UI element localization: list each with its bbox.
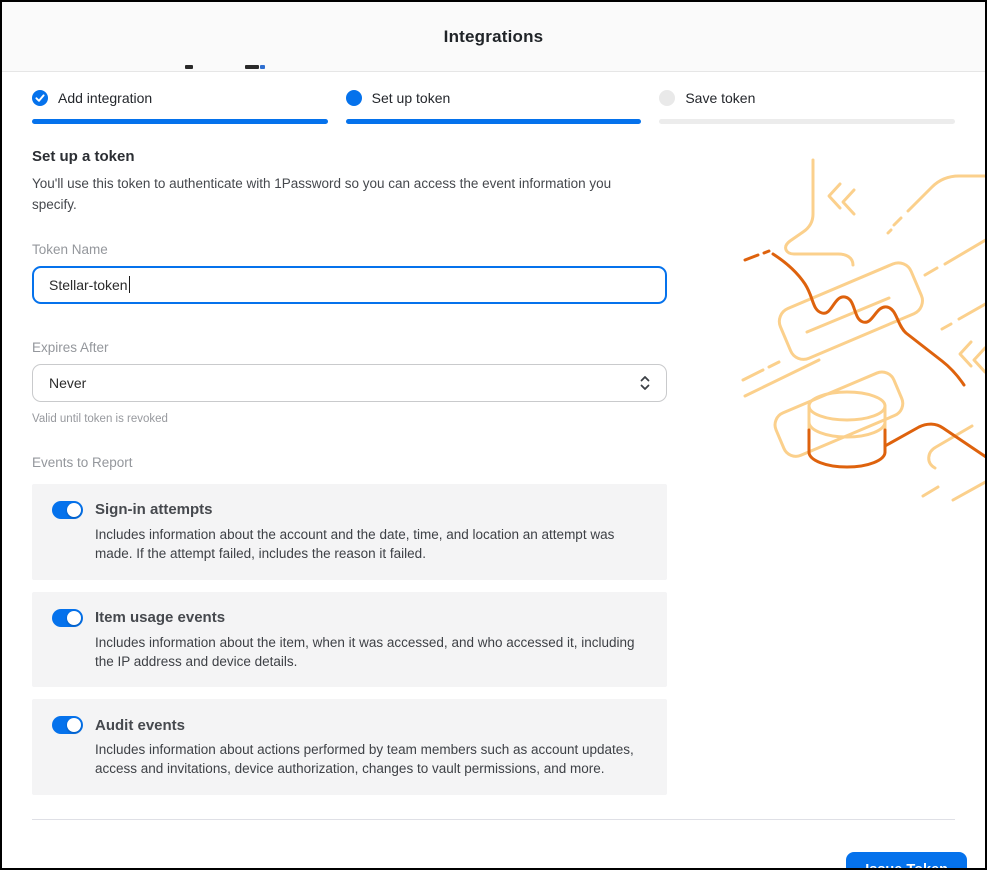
step-label: Add integration xyxy=(58,90,152,106)
modal-header: Integrations xyxy=(2,2,985,72)
audit-events-toggle[interactable] xyxy=(52,716,83,734)
item-usage-events-toggle[interactable] xyxy=(52,609,83,627)
event-title: Audit events xyxy=(95,717,185,734)
step-label: Save token xyxy=(685,90,755,106)
toggle-knob xyxy=(67,718,81,732)
sign-in-attempts-toggle[interactable] xyxy=(52,501,83,519)
toggle-knob xyxy=(67,611,81,625)
expires-after-value: Never xyxy=(49,375,86,391)
event-title: Sign-in attempts xyxy=(95,501,213,518)
wizard-stepper: Add integration Set up token Save token xyxy=(32,90,955,124)
step-save-token: Save token xyxy=(659,90,955,124)
event-card-audit-events: Audit events Includes information about … xyxy=(32,699,667,795)
section-description: You'll use this token to authenticate wi… xyxy=(32,174,652,216)
issue-token-button[interactable]: Issue Token xyxy=(846,852,967,870)
step-progress-bar xyxy=(659,119,955,124)
token-name-label: Token Name xyxy=(32,242,667,257)
event-card-sign-in-attempts: Sign-in attempts Includes information ab… xyxy=(32,484,667,580)
event-description: Includes information about the account a… xyxy=(95,526,647,564)
select-updown-chevron-icon xyxy=(638,374,652,392)
step-complete-check-icon xyxy=(32,90,48,106)
expires-after-help: Valid until token is revoked xyxy=(32,413,667,425)
step-progress-bar xyxy=(346,119,642,124)
events-to-report-label: Events to Report xyxy=(32,455,667,470)
form-content: Set up a token You'll use this token to … xyxy=(32,148,667,795)
step-add-integration: Add integration xyxy=(32,90,328,124)
step-upcoming-dot-icon xyxy=(659,90,675,106)
section-heading: Set up a token xyxy=(32,148,667,165)
step-set-up-token: Set up token xyxy=(346,90,642,124)
step-active-dot-icon xyxy=(346,90,362,106)
decorative-line-art-illustration xyxy=(687,150,987,518)
page-title: Integrations xyxy=(444,27,544,47)
event-description: Includes information about actions perfo… xyxy=(95,741,647,779)
token-name-input[interactable]: Stellar-token xyxy=(32,266,667,304)
event-card-item-usage-events: Item usage events Includes information a… xyxy=(32,592,667,688)
integrations-modal: Integrations Add integration Set up toke… xyxy=(0,0,987,870)
toggle-knob xyxy=(67,503,81,517)
event-title: Item usage events xyxy=(95,609,225,626)
modal-footer: Issue Token xyxy=(2,820,985,870)
expires-after-select[interactable]: Never xyxy=(32,364,667,402)
expires-after-label: Expires After xyxy=(32,340,667,355)
token-name-value: Stellar-token xyxy=(49,277,128,293)
clipped-scrolled-content xyxy=(185,65,265,70)
event-description: Includes information about the item, whe… xyxy=(95,634,647,672)
text-cursor xyxy=(129,276,131,293)
step-label: Set up token xyxy=(372,90,451,106)
step-progress-bar xyxy=(32,119,328,124)
